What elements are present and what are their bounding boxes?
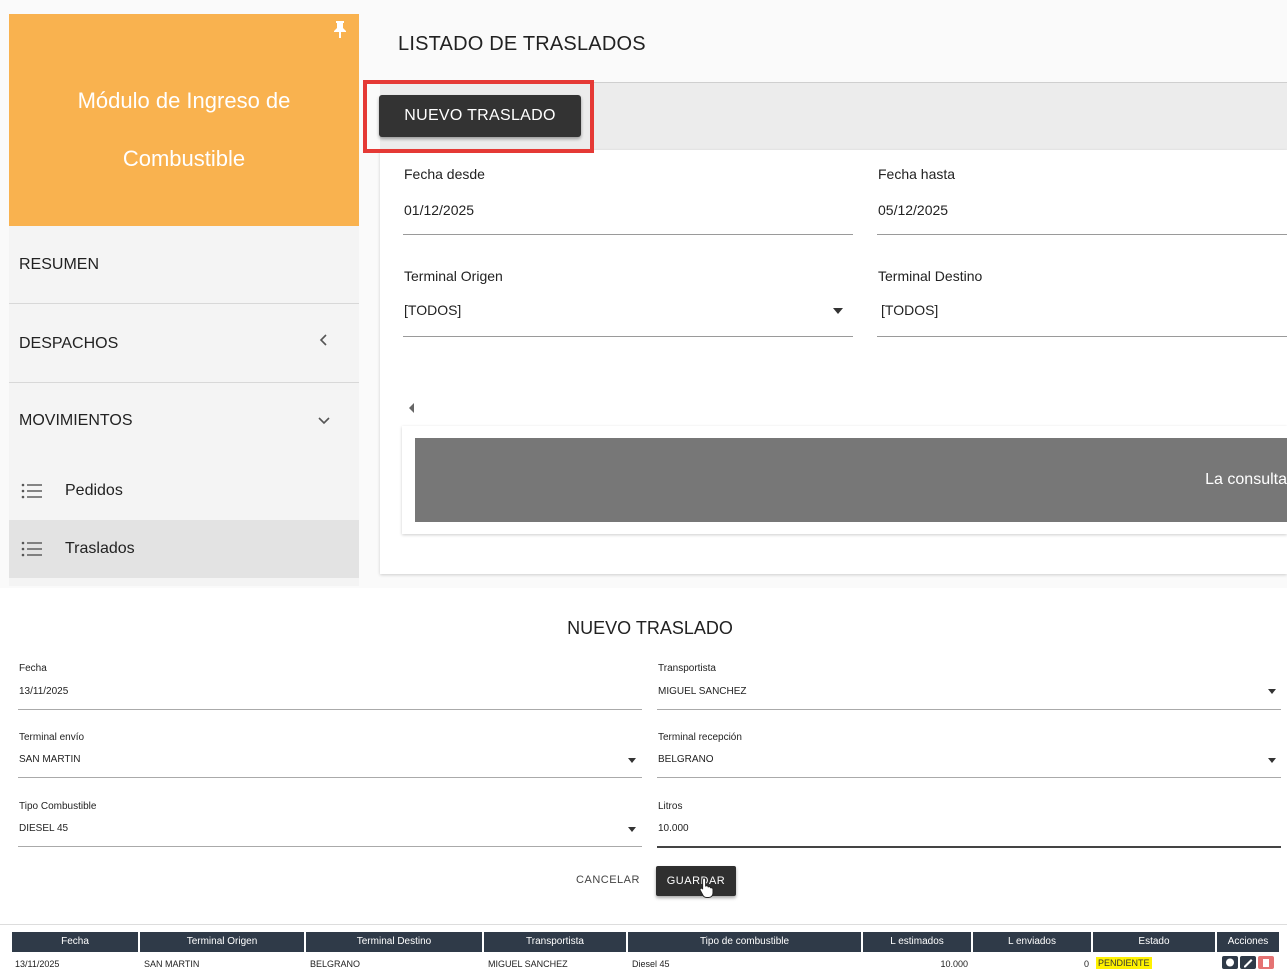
table-header-cell: L estimados <box>863 932 971 952</box>
cancel-button[interactable]: CANCELAR <box>570 866 646 894</box>
liters-underline <box>657 846 1281 848</box>
date-underline <box>18 709 642 710</box>
sidebar-subitem-label: Traslados <box>65 540 135 557</box>
send-terminal-underline <box>18 777 642 778</box>
date-from-field[interactable]: 01/12/2025 <box>404 202 474 218</box>
fuel-type-underline <box>18 846 642 847</box>
dropdown-arrow-icon[interactable] <box>628 827 636 832</box>
sidebar-item-label: RESUMEN <box>19 256 100 273</box>
cell-carrier: MIGUEL SANCHEZ <box>488 959 568 969</box>
sidebar: Módulo de Ingreso de Combustible RESUMEN… <box>9 14 359 586</box>
table-header-cell: Terminal Origen <box>140 932 304 952</box>
receive-terminal-label: Terminal recepción <box>658 732 742 743</box>
table-header-cell: Terminal Destino <box>306 932 482 952</box>
carrier-label: Transportista <box>658 663 716 674</box>
sidebar-item-movimientos[interactable]: MOVIMIENTOS <box>9 384 359 462</box>
pin-icon[interactable] <box>333 20 347 38</box>
date-label: Fecha <box>19 663 47 674</box>
save-button[interactable]: GUARDAR <box>656 866 736 896</box>
cell-date: 13/11/2025 <box>15 959 60 969</box>
sidebar-subitem-traslados[interactable]: Traslados <box>9 520 359 578</box>
table-header-cell: Transportista <box>484 932 626 952</box>
destination-terminal-underline <box>877 336 1287 337</box>
cell-estimated-liters: 10.000 <box>940 959 968 969</box>
delete-icon[interactable] <box>1258 956 1274 969</box>
app-title: Módulo de Ingreso de Combustible <box>77 88 291 171</box>
send-terminal-select[interactable]: SAN MARTIN <box>19 754 81 765</box>
date-from-underline <box>403 234 853 235</box>
fuel-type-label: Tipo Combustible <box>19 801 97 812</box>
origin-terminal-select[interactable]: [TODOS] <box>404 302 461 318</box>
cell-origin: SAN MARTIN <box>144 959 200 969</box>
origin-terminal-label: Terminal Origen <box>404 268 503 284</box>
cursor-icon <box>699 877 714 898</box>
sidebar-subitem-pedidos[interactable]: Pedidos <box>9 462 359 520</box>
status-badge: PENDIENTE <box>1096 957 1152 969</box>
table-header-cell: L enviados <box>973 932 1091 952</box>
date-field[interactable]: 13/11/2025 <box>19 686 68 697</box>
destination-terminal-select[interactable]: [TODOS] <box>881 302 938 318</box>
send-terminal-label: Terminal envío <box>19 732 85 743</box>
sidebar-subitem-label: Pedidos <box>65 482 123 499</box>
date-to-field[interactable]: 05/12/2025 <box>878 202 948 218</box>
table-header-cell: Fecha <box>12 932 138 952</box>
sidebar-item-label: MOVIMIENTOS <box>19 412 133 429</box>
sidebar-item-despachos[interactable]: DESPACHOS <box>9 305 359 383</box>
chevron-down-icon <box>318 417 330 425</box>
cell-fuel-type: Diesel 45 <box>632 959 670 969</box>
cell-sent-liters: 0 <box>1083 959 1089 969</box>
carrier-select[interactable]: MIGUEL SANCHEZ <box>658 686 747 697</box>
receive-terminal-select[interactable]: BELGRANO <box>658 754 714 765</box>
liters-label: Litros <box>658 801 683 812</box>
result-message: La consulta <box>1205 471 1287 488</box>
table-header-cell: Tipo de combustible <box>628 932 861 952</box>
list-icon <box>21 483 42 499</box>
sidebar-item-resumen[interactable]: RESUMEN <box>9 226 359 304</box>
date-from-label: Fecha desde <box>404 166 485 182</box>
cell-destination: BELGRANO <box>310 959 361 969</box>
form-title: NUEVO TRASLADO <box>567 618 733 638</box>
liters-field[interactable]: 10.000 <box>658 823 689 834</box>
edit-icon[interactable] <box>1240 956 1256 969</box>
scroll-left-icon[interactable] <box>409 403 414 413</box>
date-to-underline <box>877 234 1287 235</box>
new-transfer-button[interactable]: NUEVO TRASLADO <box>379 95 581 137</box>
sidebar-item-label: DESPACHOS <box>19 335 119 352</box>
list-icon <box>21 541 42 557</box>
chevron-left-icon <box>319 334 327 346</box>
destination-terminal-label: Terminal Destino <box>878 268 983 284</box>
dropdown-arrow-icon[interactable] <box>1268 758 1276 763</box>
table-header-cell: Estado <box>1093 932 1215 952</box>
receive-terminal-underline <box>657 777 1281 778</box>
date-to-label: Fecha hasta <box>878 166 956 182</box>
result-banner: La consulta <box>415 438 1287 522</box>
dropdown-arrow-icon[interactable] <box>628 758 636 763</box>
dropdown-arrow-icon[interactable] <box>1268 689 1276 694</box>
origin-terminal-underline <box>403 336 853 337</box>
table-header-cell: Acciones <box>1217 932 1279 952</box>
page-title: LISTADO DE TRASLADOS <box>398 33 646 55</box>
sidebar-header: Módulo de Ingreso de Combustible <box>9 14 359 226</box>
carrier-underline <box>657 709 1281 710</box>
fuel-type-select[interactable]: DIESEL 45 <box>19 823 68 834</box>
dropdown-arrow-icon[interactable] <box>833 308 843 314</box>
view-icon[interactable] <box>1222 956 1238 969</box>
